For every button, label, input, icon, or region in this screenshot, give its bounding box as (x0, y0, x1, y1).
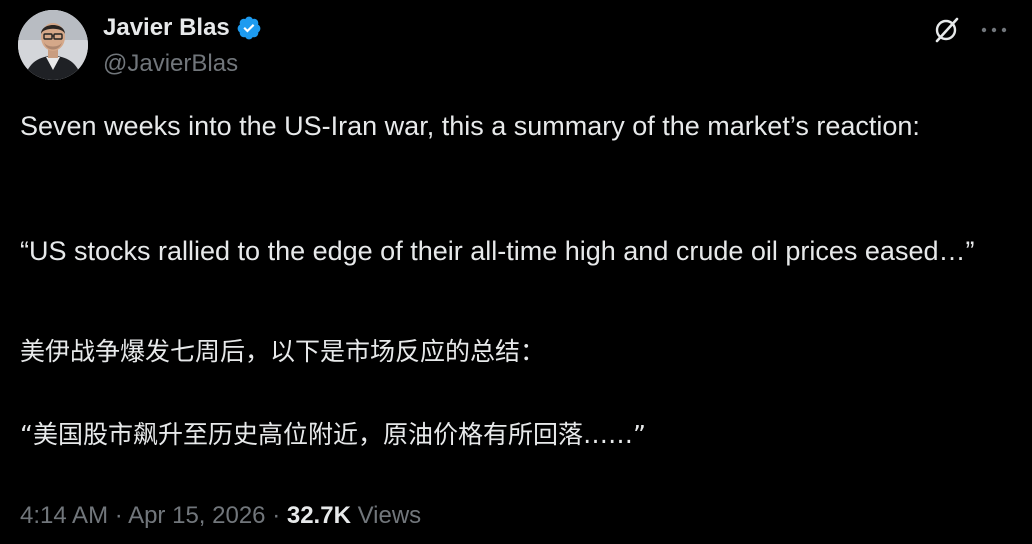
author-name[interactable]: Javier Blas (103, 12, 262, 44)
more-options-button[interactable] (976, 12, 1012, 48)
post-meta: 4:14 AM · Apr 15, 2026 · 32.7K Views (20, 500, 421, 532)
post-date[interactable]: Apr 15, 2026 (128, 502, 265, 529)
grok-icon (935, 17, 959, 43)
author-handle[interactable]: @JavierBlas (103, 48, 238, 80)
post-paragraph: Seven weeks into the US-Iran war, this a… (20, 111, 920, 141)
more-options-icon (981, 27, 1007, 33)
post-time[interactable]: 4:14 AM (20, 502, 108, 529)
views[interactable]: 32.7K Views (287, 502, 421, 529)
meta-separator: · (114, 502, 123, 529)
post-paragraph: “美国股市飙升至历史高位附近，原油价格有所回落……” (20, 420, 646, 449)
views-count: 32.7K (286, 502, 351, 529)
tweet: Javier Blas @JavierBlas Seven weeks into… (0, 0, 1032, 544)
author-display-name[interactable]: Javier Blas (103, 12, 230, 44)
avatar[interactable] (18, 10, 88, 80)
grok-button[interactable] (928, 12, 964, 48)
views-label: Views (357, 502, 422, 529)
avatar-image (18, 10, 88, 80)
post-paragraph: 美伊战争爆发七周后，以下是市场反应的总结： (20, 337, 546, 366)
post-paragraph: “US stocks rallied to the edge of their … (20, 236, 975, 266)
meta-separator: · (272, 502, 281, 529)
verified-badge-icon[interactable] (236, 15, 262, 41)
